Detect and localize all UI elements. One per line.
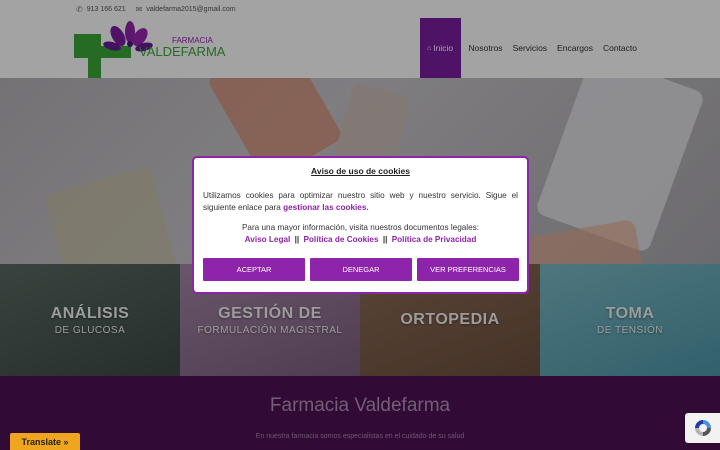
legal-links: Aviso Legal || Política de Cookies || Po… <box>194 234 527 246</box>
legal-notice-link[interactable]: Aviso Legal <box>245 235 291 244</box>
translate-button[interactable]: Translate » <box>10 433 80 450</box>
view-preferences-button[interactable]: VER PREFERENCIAS <box>417 258 519 281</box>
dialog-title: Aviso de uso de cookies <box>311 166 410 176</box>
cookie-policy-link[interactable]: Política de Cookies <box>303 235 378 244</box>
accept-button[interactable]: ACEPTAR <box>203 258 305 281</box>
link-separator: || <box>382 235 388 244</box>
cookie-consent-dialog: Aviso de uso de cookies Utilizamos cooki… <box>192 156 529 294</box>
privacy-policy-link[interactable]: Política de Privacidad <box>392 235 477 244</box>
recaptcha-icon <box>694 420 711 436</box>
legal-intro: Para una mayor información, visita nuest… <box>241 223 480 232</box>
recaptcha-badge[interactable] <box>685 413 720 443</box>
deny-button[interactable]: DENEGAR <box>310 258 412 281</box>
dialog-description: Utilizamos cookies para optimizar nuestr… <box>203 190 518 214</box>
link-separator: || <box>294 235 300 244</box>
manage-cookies-link[interactable]: gestionar las cookies. <box>283 203 369 212</box>
dialog-buttons: ACEPTAR DENEGAR VER PREFERENCIAS <box>203 258 519 281</box>
